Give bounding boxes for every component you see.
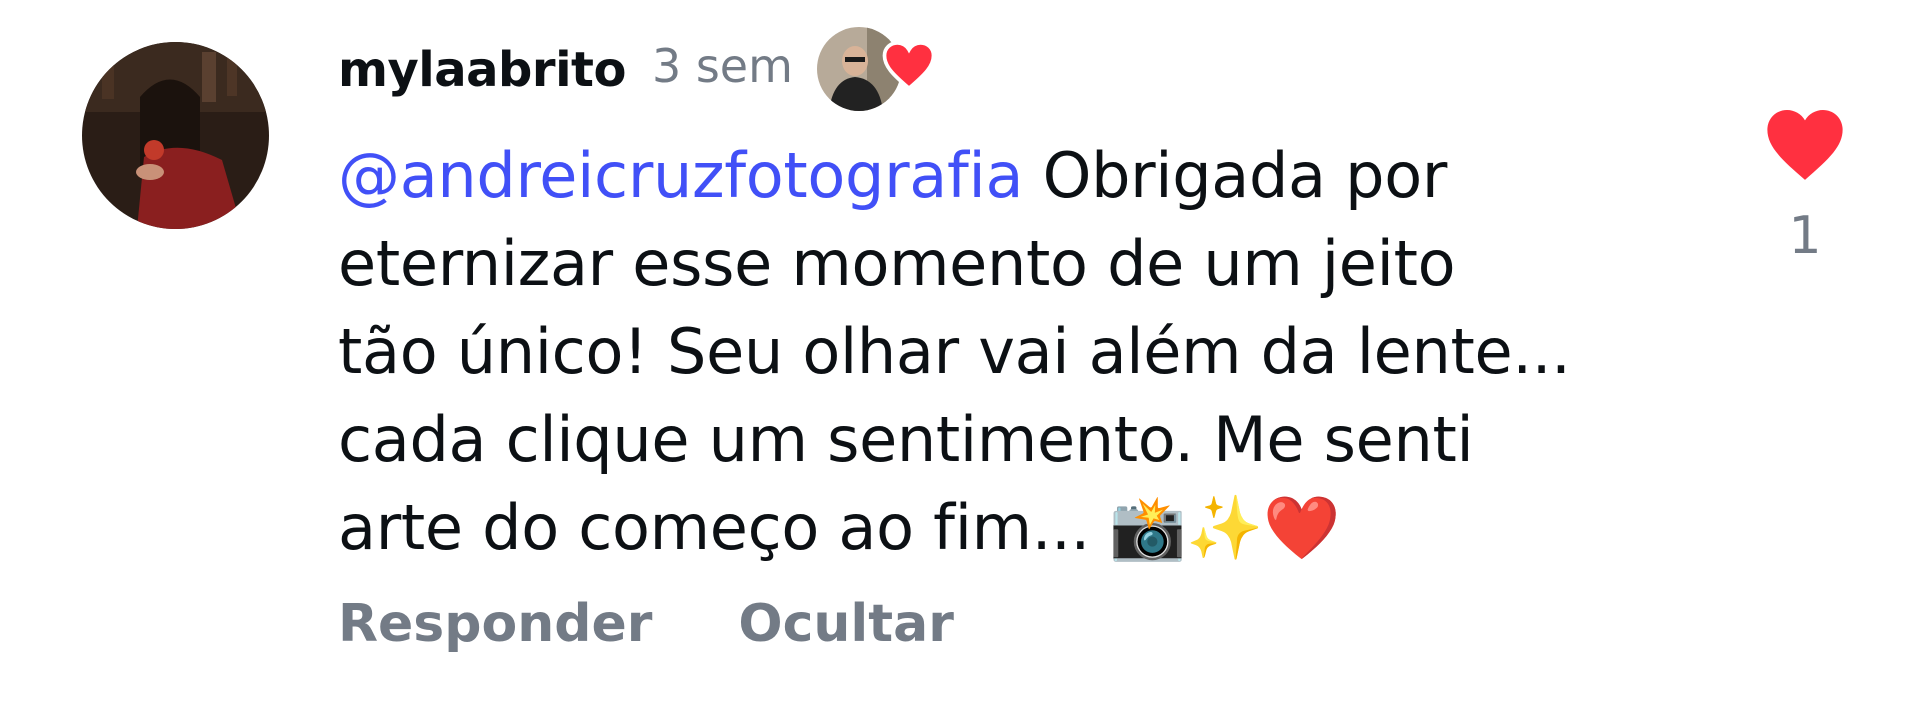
- username-link[interactable]: mylaabrito: [338, 42, 626, 98]
- user-avatar[interactable]: [82, 42, 269, 229]
- comment-line-4: cada clique um sentimento. Me senti: [338, 403, 1474, 476]
- comment-item: mylaabrito 3 sem @andreicruzfotografia O…: [0, 0, 1920, 708]
- comment-line-2: eternizar esse momento de um jeito: [338, 227, 1456, 300]
- comment-text: @andreicruzfotografia Obrigada por etern…: [338, 132, 1698, 572]
- like-count: 1: [1788, 206, 1822, 266]
- comment-line-3: tão único! Seu olhar vai além da lente..…: [338, 315, 1571, 388]
- comment-line-5: arte do começo ao fim... 📸✨❤️: [338, 491, 1341, 564]
- heart-icon: [882, 40, 936, 91]
- emoji-sequence: 📸✨❤️: [1109, 491, 1341, 564]
- comment-header: mylaabrito 3 sem: [338, 27, 936, 111]
- comment-timestamp: 3 sem: [651, 39, 793, 93]
- hide-button[interactable]: Ocultar: [738, 594, 953, 654]
- like-heart-icon[interactable]: [1762, 104, 1848, 184]
- avatar-photo-icon: [82, 42, 269, 229]
- comment-actions: Responder Ocultar: [338, 594, 954, 654]
- reply-button[interactable]: Responder: [338, 594, 652, 654]
- like-column: 1: [1760, 104, 1850, 266]
- mention-link[interactable]: @andreicruzfotografia: [338, 139, 1023, 212]
- creator-liked-badge: [813, 25, 936, 115]
- comment-line-1: @andreicruzfotografia Obrigada por: [338, 139, 1448, 212]
